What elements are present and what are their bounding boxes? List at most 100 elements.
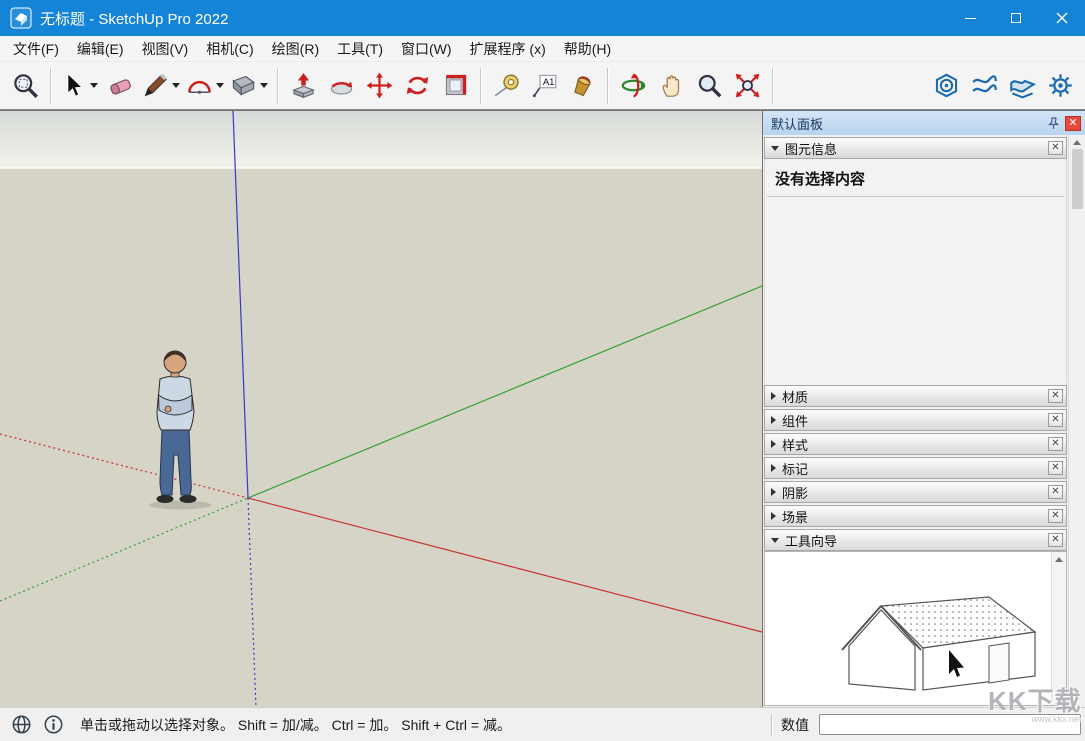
move-tool-button[interactable] (360, 65, 398, 107)
tape-measure-icon (493, 72, 520, 99)
zoom-tool-button[interactable] (690, 65, 728, 107)
arc-tool-button[interactable] (183, 65, 227, 107)
geolocation-status-icon[interactable] (11, 714, 32, 735)
close-tray-icon[interactable]: ✕ (1065, 116, 1081, 131)
menu-extensions[interactable]: 扩展程序 (x) (461, 36, 555, 61)
tray-title: 默认面板 (771, 114, 823, 133)
instructor-house-illustration (837, 592, 1055, 702)
svg-text:A1: A1 (542, 77, 554, 88)
menu-view[interactable]: 视图(V) (133, 36, 198, 61)
toolbar-separator (480, 68, 481, 104)
section-header-materials[interactable]: 材质 ✕ (764, 385, 1067, 407)
menu-tools[interactable]: 工具(T) (328, 36, 392, 61)
gear-icon (1047, 72, 1074, 99)
menu-draw[interactable]: 绘图(R) (263, 36, 328, 61)
minimize-button[interactable] (947, 0, 993, 36)
select-arrow-icon (60, 72, 87, 99)
pin-icon[interactable] (1044, 114, 1062, 132)
viewport-scene (0, 111, 762, 708)
orbit-refresh-tool-button[interactable] (398, 65, 436, 107)
eraser-tool-button[interactable] (101, 65, 139, 107)
close-icon[interactable]: ✕ (1048, 461, 1063, 475)
zoom-extents-tool-button[interactable] (728, 65, 766, 107)
menu-edit[interactable]: 编辑(E) (68, 36, 133, 61)
sandbox-smoove-tool-button[interactable] (1003, 65, 1041, 107)
section-header-entity-info[interactable]: 图元信息 ✕ (764, 137, 1067, 159)
paint-bucket-tool-button[interactable] (563, 65, 601, 107)
instructor-scrollbar[interactable] (1051, 552, 1066, 705)
section-header-shadows[interactable]: 阴影 ✕ (764, 481, 1067, 503)
measurement-box: 数值 (771, 708, 1085, 741)
menu-help[interactable]: 帮助(H) (555, 36, 620, 61)
sandbox-gear-tool-button[interactable] (1041, 65, 1079, 107)
close-icon[interactable]: ✕ (1048, 413, 1063, 427)
chevron-down-icon[interactable] (216, 83, 224, 88)
chevron-down-icon[interactable] (172, 83, 180, 88)
window-controls (947, 0, 1085, 36)
tape-measure-tool-button[interactable] (487, 65, 525, 107)
close-button[interactable] (1039, 0, 1085, 36)
ground (0, 168, 762, 708)
section-label: 图元信息 (785, 139, 837, 158)
maximize-button[interactable] (993, 0, 1039, 36)
menu-file[interactable]: 文件(F) (4, 36, 68, 61)
push-pull-tool-button[interactable] (284, 65, 322, 107)
section-header-scenes[interactable]: 场景 ✕ (764, 505, 1067, 527)
select-tool-button[interactable] (57, 65, 101, 107)
push-pull-icon (290, 72, 317, 99)
text-tool-button[interactable]: A1 (525, 65, 563, 107)
expand-triangle-icon (771, 464, 776, 472)
divider (771, 714, 772, 736)
section-label: 场景 (782, 507, 808, 526)
tray-scrollbar[interactable] (1068, 135, 1085, 708)
close-icon[interactable]: ✕ (1048, 437, 1063, 451)
measurement-input[interactable] (819, 714, 1081, 735)
scrollbar-thumb[interactable] (1072, 149, 1083, 209)
chevron-down-icon[interactable] (90, 83, 98, 88)
section-label: 样式 (782, 435, 808, 454)
default-tray-panel: 默认面板 ✕ 图元信息 ✕ 没有选择内容 (762, 111, 1085, 708)
close-icon[interactable]: ✕ (1048, 389, 1063, 403)
toolbar-group-draw (57, 65, 271, 107)
section-plane-icon (442, 72, 469, 99)
section-header-instructor[interactable]: 工具向导 ✕ (764, 529, 1067, 551)
orbit-tool-button[interactable] (614, 65, 652, 107)
chevron-down-icon[interactable] (260, 83, 268, 88)
scroll-up-icon (1055, 557, 1063, 562)
section-plane-tool-button[interactable] (436, 65, 474, 107)
section-header-styles[interactable]: 样式 ✕ (764, 433, 1067, 455)
geolocation-tool-button[interactable] (927, 65, 965, 107)
zoom-extents-icon (734, 72, 761, 99)
close-icon[interactable]: ✕ (1048, 509, 1063, 523)
section-label: 材质 (782, 387, 808, 406)
expand-triangle-icon (771, 416, 776, 424)
section-label: 阴影 (782, 483, 808, 502)
tray-header[interactable]: 默认面板 ✕ (763, 111, 1085, 135)
toolbar-group-zoom (6, 65, 44, 107)
expand-triangle-icon (771, 512, 776, 520)
sketchup-logo-icon (10, 7, 32, 29)
close-icon[interactable]: ✕ (1048, 141, 1063, 155)
toolbar-group-camera (614, 65, 766, 107)
sandbox-contours-tool-button[interactable] (965, 65, 1003, 107)
paint-bucket-icon (569, 72, 596, 99)
menu-window[interactable]: 窗口(W) (392, 36, 461, 61)
section-header-tags[interactable]: 标记 ✕ (764, 457, 1067, 479)
info-status-icon[interactable] (43, 714, 64, 735)
zoom-window-icon (12, 72, 39, 99)
zoom-window-button[interactable] (6, 65, 44, 107)
line-tool-button[interactable] (139, 65, 183, 107)
toolbar: A1 (0, 62, 1085, 110)
rectangle-tool-button[interactable] (227, 65, 271, 107)
menu-camera[interactable]: 相机(C) (197, 36, 262, 61)
section-header-components[interactable]: 组件 ✕ (764, 409, 1067, 431)
close-icon[interactable]: ✕ (1048, 533, 1063, 547)
rotate-tool-button[interactable] (322, 65, 360, 107)
modeling-viewport[interactable] (0, 111, 762, 708)
tray-body: 图元信息 ✕ 没有选择内容 材质 ✕ 组件 ✕ (763, 135, 1068, 708)
pan-tool-button[interactable] (652, 65, 690, 107)
menubar: 文件(F) 编辑(E) 视图(V) 相机(C) 绘图(R) 工具(T) 窗口(W… (0, 36, 1085, 62)
measurement-label: 数值 (781, 715, 809, 735)
close-icon[interactable]: ✕ (1048, 485, 1063, 499)
toolbar-separator (607, 68, 608, 104)
